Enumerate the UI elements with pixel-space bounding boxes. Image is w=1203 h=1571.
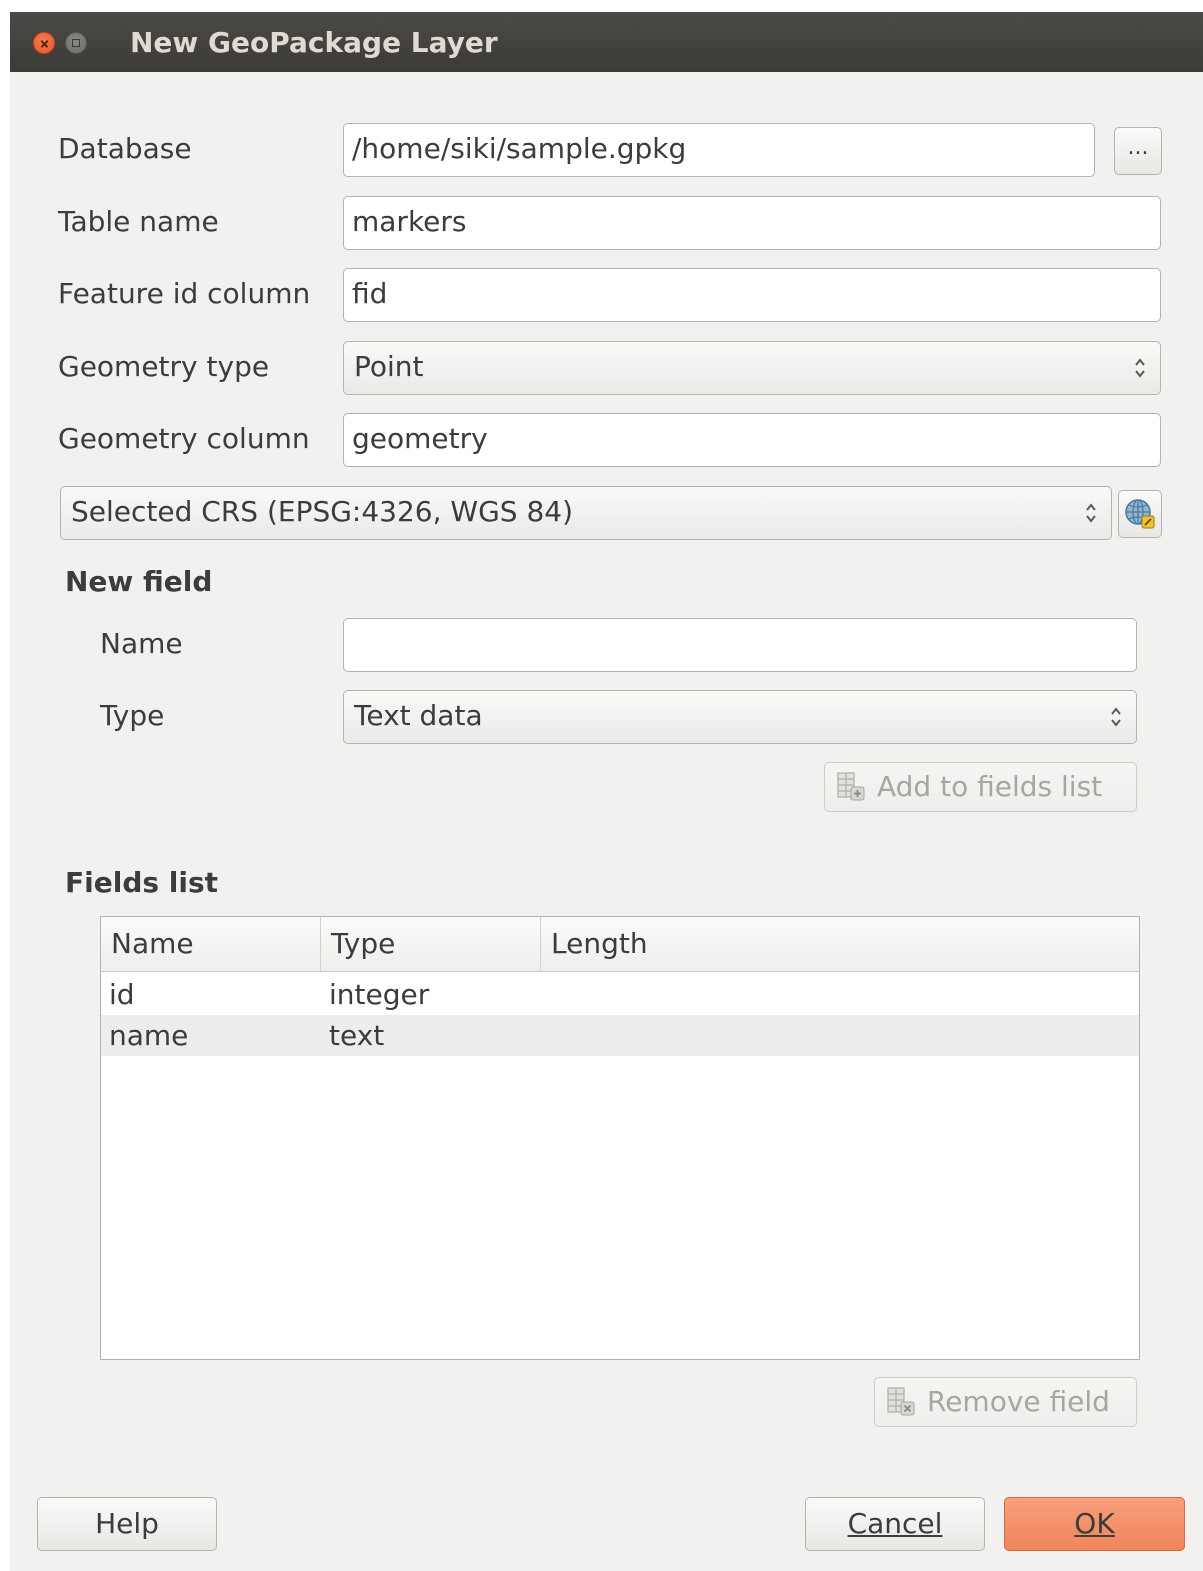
table-row[interactable]: id integer [101,974,1139,1015]
table-name-label: Table name [58,205,219,238]
add-field-icon [837,772,865,801]
field-type-value: Text data [354,699,483,732]
field-type-label: Type [100,699,165,732]
globe-icon [1125,499,1155,529]
add-to-fields-list-label: Add to fields list [877,770,1103,803]
table-header: Name Type Length [101,917,1139,972]
maximize-icon[interactable] [65,32,87,54]
updown-arrows-icon [1111,707,1121,727]
column-header-name[interactable]: Name [101,917,321,971]
close-icon[interactable] [33,32,55,54]
title-bar: New GeoPackage Layer [10,12,1203,72]
geometry-type-label: Geometry type [58,350,270,383]
new-field-heading: New field [65,565,213,598]
add-to-fields-list-button[interactable]: Add to fields list [824,762,1137,812]
cell-name: id [109,978,135,1011]
geometry-type-value: Point [354,350,424,383]
cancel-button[interactable]: Cancel [805,1497,985,1551]
ok-button[interactable]: OK [1004,1497,1185,1551]
remove-field-icon [887,1387,915,1416]
fields-list-heading: Fields list [65,866,219,899]
updown-arrows-icon [1135,358,1145,378]
column-header-type[interactable]: Type [321,917,541,971]
field-type-select[interactable]: Text data [343,690,1137,744]
cancel-label: Cancel [847,1507,943,1540]
crs-selector-button[interactable] [1118,490,1162,538]
ok-label: OK [1074,1507,1115,1540]
fields-table[interactable]: Name Type Length id integer name text [100,916,1140,1360]
table-name-input[interactable]: markers [343,196,1161,250]
field-name-label: Name [100,627,183,660]
updown-arrows-icon [1086,503,1096,523]
dialog-window: New GeoPackage Layer Database /home/siki… [10,12,1203,1571]
cell-type: text [329,1019,385,1052]
browse-button[interactable]: ... [1114,127,1162,175]
remove-field-label: Remove field [927,1385,1110,1418]
crs-value: Selected CRS (EPSG:4326, WGS 84) [71,495,574,528]
geometry-column-input[interactable]: geometry [343,413,1161,467]
column-header-length[interactable]: Length [541,917,1138,971]
fid-input[interactable]: fid [343,268,1161,322]
window-title: New GeoPackage Layer [130,26,498,59]
database-label: Database [58,132,192,165]
cell-type: integer [329,978,430,1011]
field-name-input[interactable] [343,618,1137,672]
cell-name: name [109,1019,189,1052]
remove-field-button[interactable]: Remove field [874,1377,1137,1427]
help-label: Help [95,1507,159,1540]
table-row[interactable]: name text [101,1015,1139,1056]
fid-label: Feature id column [58,277,311,310]
database-input[interactable]: /home/siki/sample.gpkg [343,123,1095,177]
geometry-column-label: Geometry column [58,422,310,455]
help-button[interactable]: Help [37,1497,217,1551]
geometry-type-select[interactable]: Point [343,341,1161,395]
crs-select[interactable]: Selected CRS (EPSG:4326, WGS 84) [60,486,1112,540]
